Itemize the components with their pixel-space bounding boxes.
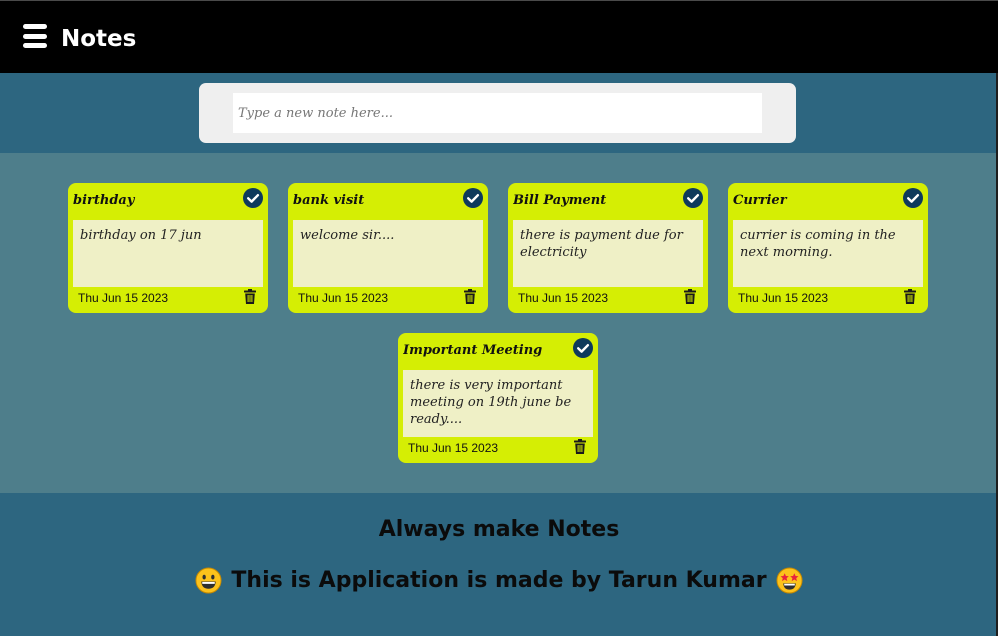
note-body: birthday on 17 jun bbox=[73, 220, 263, 287]
note-body: there is very important meeting on 19th … bbox=[403, 370, 593, 437]
footer-credit-text: This is Application is made by Tarun Kum… bbox=[231, 568, 767, 593]
compose-box bbox=[199, 83, 796, 143]
trash-icon[interactable] bbox=[464, 289, 476, 304]
footer-tagline: Always make Notes bbox=[378, 517, 620, 542]
note-card: Bill Payment there is payment due for el… bbox=[508, 183, 708, 313]
trash-icon[interactable] bbox=[684, 289, 696, 304]
note-body: welcome sir.... bbox=[293, 220, 483, 287]
compose-section bbox=[0, 73, 998, 153]
note-date: Thu Jun 15 2023 bbox=[298, 291, 389, 305]
note-card: Currier currier is coming in the next mo… bbox=[728, 183, 928, 313]
note-card: Important Meeting there is very importan… bbox=[398, 333, 598, 463]
note-title: Currier bbox=[733, 193, 787, 208]
footer-credit: This is Application is made by Tarun Kum… bbox=[0, 567, 998, 594]
app-title: Notes bbox=[61, 26, 137, 52]
new-note-input[interactable] bbox=[233, 93, 762, 133]
navbar: Notes bbox=[0, 0, 998, 73]
hamburger-menu-icon[interactable] bbox=[23, 24, 47, 48]
check-circle-icon[interactable] bbox=[903, 188, 923, 208]
grinning-face-icon bbox=[195, 567, 222, 594]
note-title: Bill Payment bbox=[513, 193, 607, 208]
note-date: Thu Jun 15 2023 bbox=[518, 291, 609, 305]
note-body: there is payment due for electricity bbox=[513, 220, 703, 287]
note-date: Thu Jun 15 2023 bbox=[408, 441, 499, 455]
footer: Always make Notes This is Application is… bbox=[0, 493, 998, 636]
note-body: currier is coming in the next morning. bbox=[733, 220, 923, 287]
check-circle-icon[interactable] bbox=[463, 188, 483, 208]
trash-icon[interactable] bbox=[904, 289, 916, 304]
note-title: birthday bbox=[73, 193, 135, 208]
star-struck-face-icon bbox=[776, 567, 803, 594]
note-date: Thu Jun 15 2023 bbox=[738, 291, 829, 305]
note-card: birthday birthday on 17 jun Thu Jun 15 2… bbox=[68, 183, 268, 313]
check-circle-icon[interactable] bbox=[243, 188, 263, 208]
note-card: bank visit welcome sir.... Thu Jun 15 20… bbox=[288, 183, 488, 313]
notes-grid: birthday birthday on 17 jun Thu Jun 15 2… bbox=[0, 153, 998, 493]
trash-icon[interactable] bbox=[244, 289, 256, 304]
check-circle-icon[interactable] bbox=[683, 188, 703, 208]
note-title: Important Meeting bbox=[403, 343, 543, 358]
note-date: Thu Jun 15 2023 bbox=[78, 291, 169, 305]
trash-icon[interactable] bbox=[574, 439, 586, 454]
check-circle-icon[interactable] bbox=[573, 338, 593, 358]
note-title: bank visit bbox=[293, 193, 365, 208]
